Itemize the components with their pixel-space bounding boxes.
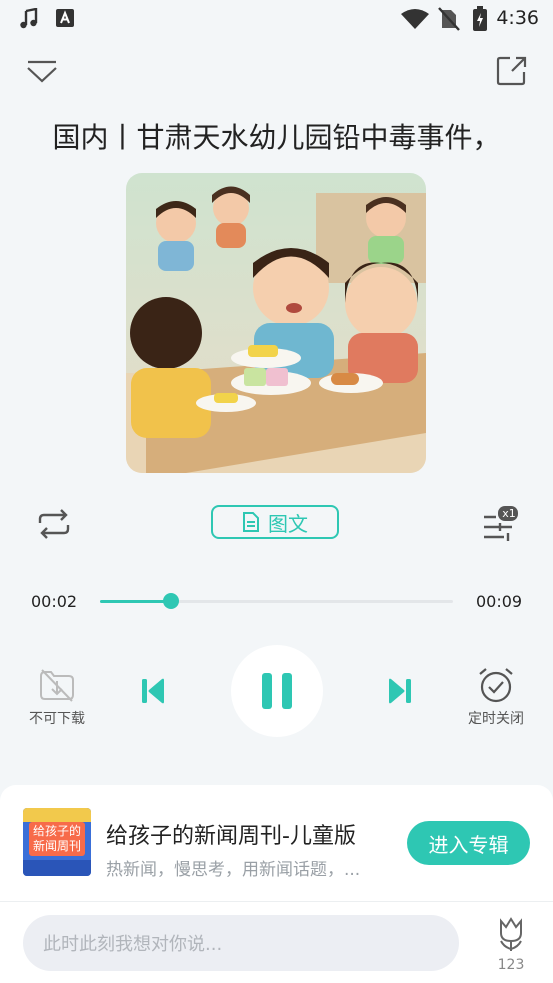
enter-album-button[interactable]: 进入专辑	[407, 821, 530, 865]
episode-title: 国内丨甘肃天水幼儿园铅中毒事件，	[52, 121, 501, 154]
download-disabled-icon	[40, 669, 74, 702]
album-cover-image[interactable]: 给孩子的新闻周刊	[23, 808, 91, 876]
speed-badge: x1	[502, 507, 516, 520]
total-time: 00:09	[476, 592, 523, 611]
share-icon[interactable]	[494, 53, 530, 89]
album-title[interactable]: 给孩子的新闻周刊-儿童版	[106, 818, 356, 850]
episode-cover-image	[126, 173, 426, 473]
music-note-icon	[20, 8, 38, 29]
album-description: 热新闻，慢思考，用新闻话题，...	[106, 860, 361, 880]
comment-input[interactable]: 此时此刻我想对你说...	[23, 915, 459, 971]
tuwen-button[interactable]: 图文	[211, 505, 339, 539]
no-sim-icon	[438, 7, 460, 31]
play-pause-button[interactable]	[231, 645, 323, 737]
divider	[0, 901, 553, 902]
current-time: 00:02	[31, 592, 78, 611]
progress-fill	[100, 600, 171, 603]
pause-icon	[262, 673, 292, 709]
album-cover-text: 给孩子的新闻周刊	[32, 824, 81, 853]
status-bar: 4:36	[0, 0, 553, 38]
previous-track-icon[interactable]	[140, 677, 166, 705]
document-icon	[243, 512, 259, 532]
repeat-icon[interactable]	[35, 507, 73, 541]
wifi-icon	[401, 9, 429, 29]
collapse-chevron-icon[interactable]	[24, 54, 60, 90]
timer-label: 定时关闭	[468, 711, 524, 727]
playback-speed-button[interactable]: x1	[482, 505, 520, 541]
flower-icon[interactable]	[496, 915, 526, 953]
tuwen-label: 图文	[268, 511, 308, 536]
status-time: 4:36	[496, 7, 539, 29]
flower-count: 123	[497, 957, 525, 973]
download-label: 不可下载	[29, 711, 85, 727]
next-track-icon[interactable]	[387, 677, 413, 705]
keyboard-a-icon	[56, 9, 74, 27]
progress-knob[interactable]	[163, 593, 179, 609]
alarm-timer-icon[interactable]	[477, 666, 515, 704]
battery-charging-icon	[473, 6, 487, 31]
